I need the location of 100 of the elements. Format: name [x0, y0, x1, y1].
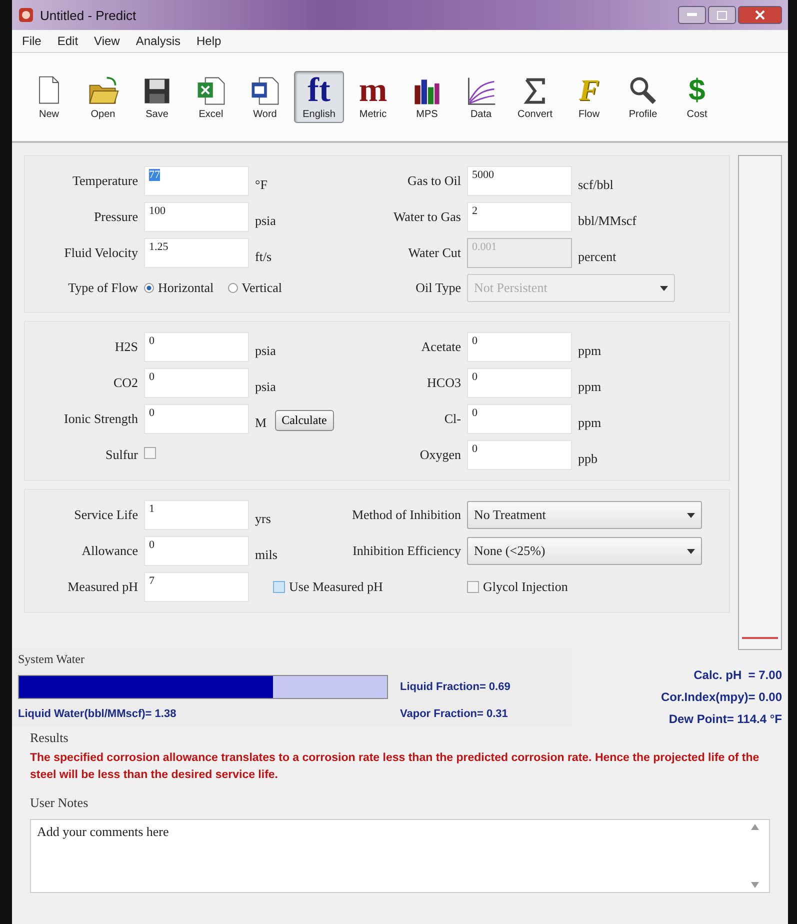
input-field[interactable]: 77 — [144, 166, 249, 196]
field-label: Temperature — [72, 173, 138, 189]
checkbox-label: Use Measured pH — [289, 579, 383, 595]
caret-icon — [687, 512, 695, 518]
toolbar-button[interactable]: Open — [78, 71, 128, 123]
toolbar-button[interactable]: MPS — [402, 71, 452, 123]
glyph-icon: $ — [688, 74, 706, 108]
result-value: Liquid Water(bbl/MMscf)= 1.38 — [18, 708, 178, 720]
field-label: Water Cut — [407, 245, 461, 261]
field-label: H2S — [114, 339, 138, 355]
minimize-icon — [687, 13, 697, 17]
result-value: Cor.Index(mpy)= 0.00 — [660, 690, 782, 704]
toolbar-button[interactable]: Excel — [186, 71, 236, 123]
unit-label: ft/s — [255, 249, 273, 266]
caret-icon — [687, 548, 695, 554]
unit-label: ppb — [578, 451, 598, 468]
app-icon — [18, 7, 34, 23]
toolbar-button[interactable]: Save — [132, 71, 182, 123]
toolbar-button[interactable]: New — [24, 71, 74, 123]
checkbox[interactable] — [144, 447, 156, 459]
glyph-icon: F — [578, 74, 599, 108]
unit-label: °F — [255, 177, 268, 194]
maximize-icon — [717, 10, 727, 20]
toolbar-button[interactable]: F Flow — [564, 71, 614, 123]
result-message: The specified corrosion allowance translates to a corrosion rate less than the predicted corrosion rate. Hence the projected life of the steel will be less than the desired service life. — [30, 751, 760, 783]
input-field[interactable]: 0 — [144, 536, 249, 566]
menu-item[interactable]: Edit — [51, 32, 84, 50]
input-field[interactable]: 0 — [467, 332, 572, 362]
toolbar-button[interactable]: $ Cost — [672, 71, 722, 123]
scroll-down-icon[interactable] — [751, 882, 759, 888]
input-field[interactable]: 0 — [467, 440, 572, 470]
field-label: Fluid Velocity — [63, 245, 138, 261]
unit-label: mils — [255, 547, 278, 564]
input-field[interactable]: 0 — [144, 332, 249, 362]
close-button[interactable] — [738, 6, 782, 24]
result-value: Calc. pH = 7.00 — [694, 668, 782, 682]
field-label: HCO3 — [426, 375, 461, 391]
result-value: Dew Point= 114.4 °F — [668, 712, 782, 726]
radio-button[interactable] — [144, 282, 154, 292]
toolbar-button[interactable]: m Metric — [348, 71, 398, 123]
input-field[interactable]: 5000 — [467, 166, 572, 196]
toolbar-button[interactable]: Profile — [618, 71, 668, 123]
input-field[interactable]: 2 — [467, 202, 572, 232]
result-value: Vapor Fraction= 0.31 — [400, 708, 509, 720]
field-label: Measured pH — [66, 579, 138, 595]
dropdown[interactable]: None (<25%) — [467, 537, 702, 565]
field-label: Oil Type — [414, 280, 461, 296]
field-label: Allowance — [80, 543, 138, 559]
toolbar-button[interactable]: Word — [240, 71, 290, 123]
menu-item[interactable]: Analysis — [130, 32, 187, 50]
input-field[interactable]: 7 — [144, 572, 249, 602]
field-label: Sulfur — [104, 447, 138, 463]
input-field[interactable]: 0 — [467, 404, 572, 434]
toolbar-button[interactable]: Data — [456, 71, 506, 123]
input-field[interactable]: 0 — [467, 368, 572, 398]
field-label: Pressure — [92, 209, 138, 225]
field-label: Inhibition Efficiency — [352, 543, 461, 559]
window-title: Untitled - Predict — [40, 8, 138, 22]
unit-label: scf/bbl — [578, 177, 614, 194]
checkbox[interactable] — [273, 581, 285, 593]
unit-label: M — [255, 415, 267, 431]
section-title: Results — [30, 730, 70, 746]
menu-item[interactable]: Help — [190, 32, 228, 50]
input-field[interactable]: 0 — [144, 404, 249, 434]
field-label: Service Life — [73, 507, 138, 523]
radio-option[interactable]: Vertical — [228, 280, 282, 296]
input-field[interactable]: 1.25 — [144, 238, 249, 268]
unit-label: psia — [255, 343, 276, 359]
unit-label: percent — [578, 249, 618, 266]
notes-field[interactable]: Add your comments here — [30, 819, 770, 894]
input-field[interactable]: 100 — [144, 202, 249, 232]
checkbox-label: Glycol Injection — [483, 579, 568, 595]
scroll-up-icon[interactable] — [751, 824, 759, 830]
maximize-button[interactable] — [708, 6, 736, 24]
unit-label: ppm — [578, 415, 602, 432]
result-value: Liquid Fraction= 0.69 — [400, 681, 512, 694]
unit-label: yrs — [255, 511, 272, 528]
field-label: Type of Flow — [67, 280, 138, 296]
field-label: Method of Inhibition — [350, 507, 461, 523]
menu-item[interactable]: View — [88, 32, 126, 50]
field-label: Cl- — [443, 411, 461, 427]
dropdown[interactable]: No Treatment — [467, 501, 702, 529]
calculate-button[interactable]: Calculate — [274, 410, 334, 431]
checkbox[interactable] — [467, 581, 479, 593]
toolbar-button[interactable]: Convert — [510, 71, 560, 123]
input-field[interactable]: 1 — [144, 500, 249, 530]
unit-label: ppm — [578, 343, 602, 360]
unit-label: psia — [255, 213, 277, 230]
radio-button[interactable] — [228, 282, 238, 292]
minimize-button[interactable] — [678, 6, 706, 24]
field-label: CO2 — [112, 375, 138, 391]
glyph-icon: ft — [308, 72, 330, 108]
radio-option[interactable]: Horizontal — [144, 280, 214, 296]
field-label: Ionic Strength — [62, 411, 138, 427]
caret-icon — [660, 286, 668, 290]
toolbar-button[interactable]: ft English — [294, 71, 344, 123]
unit-label: ppm — [578, 379, 602, 396]
menu-item[interactable]: File — [16, 32, 48, 50]
input-field[interactable]: 0 — [144, 368, 249, 398]
close-icon — [755, 10, 765, 20]
